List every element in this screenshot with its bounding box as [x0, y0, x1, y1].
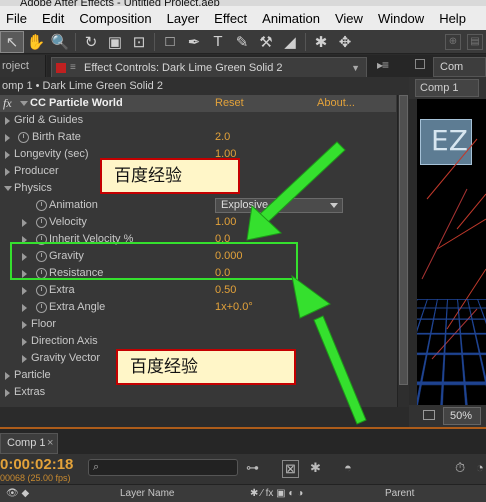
viewer-gutter	[409, 99, 417, 405]
timeline-controls: 0:00:02:18 00068 (25.00 fps) ⌕ ⊶ ⊠ ✱ ◓ ⏱…	[0, 454, 486, 484]
av-features-icon: 👁 ◆	[6, 488, 30, 499]
comp-flowchart-icon[interactable]: ⊶	[246, 460, 259, 476]
current-time-display[interactable]: 0:00:02:18	[0, 456, 73, 473]
motion-blur-icon[interactable]: ⏱	[455, 460, 465, 476]
viewer-options-icon[interactable]	[423, 410, 435, 420]
search-icon: ⌕	[93, 461, 100, 473]
viewer-footer: 50%	[409, 405, 486, 427]
layer-search-input[interactable]: ⌕	[88, 459, 238, 476]
zoom-select[interactable]: 50%	[443, 407, 481, 425]
frame-count: 00068 (25.00 fps)	[0, 473, 71, 483]
draft-3d-icon[interactable]: ⊠	[282, 460, 299, 478]
layer-name-column[interactable]: Layer Name	[120, 488, 174, 499]
graph-editor-icon[interactable]: ◔	[476, 460, 484, 475]
frame-blending-icon[interactable]: ◓	[344, 460, 352, 475]
arrow-down-icon	[246, 141, 346, 241]
viewer-tab[interactable]: Com	[433, 57, 486, 77]
parent-column[interactable]: Parent	[385, 488, 414, 499]
viewer-comp-tab[interactable]: Comp 1	[415, 79, 479, 97]
hide-shy-layers-icon[interactable]: ✱	[310, 460, 321, 476]
viewer-tabbar: Com	[409, 55, 486, 77]
switches-icons: ✱ ⁄ fx ▣ ◐ ◑	[250, 488, 304, 499]
viewer-lock-icon[interactable]	[415, 59, 425, 69]
timeline-column-header: 👁 ◆ Layer Name ✱ ⁄ fx ▣ ◐ ◑ Parent	[0, 484, 486, 502]
timeline-tabbar: Comp 1	[0, 427, 486, 454]
composition-viewer[interactable]: EZ	[417, 99, 486, 405]
viewer-subtabbar: Comp 1	[409, 77, 486, 99]
timeline-tab[interactable]: Comp 1	[0, 433, 58, 454]
arrow-up-icon	[291, 274, 367, 425]
